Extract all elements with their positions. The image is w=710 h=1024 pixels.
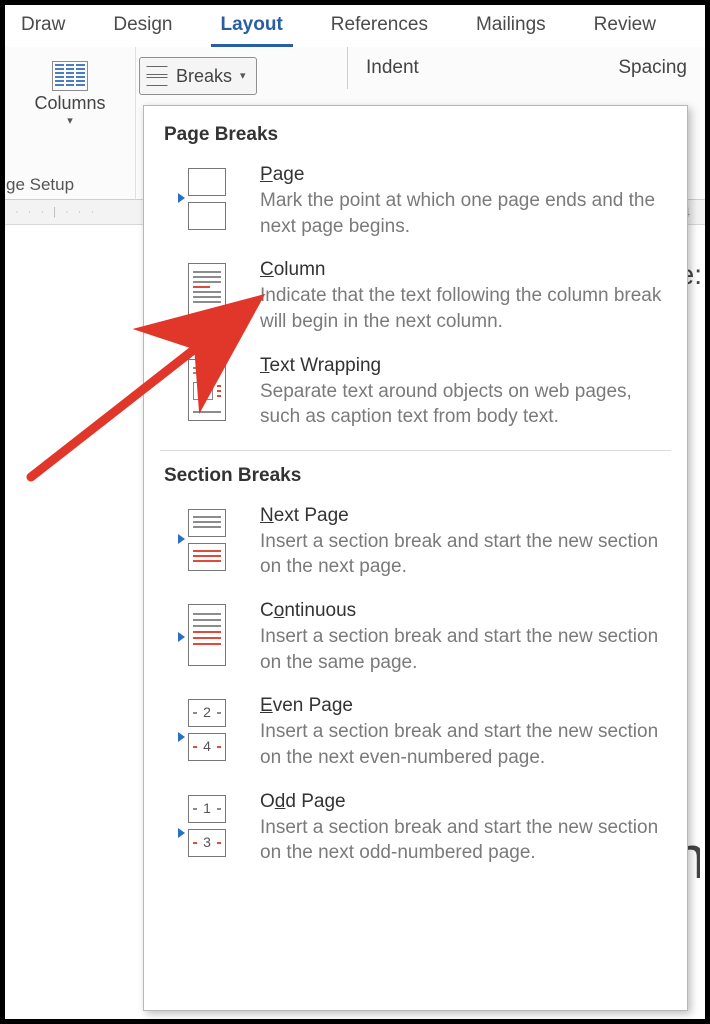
menu-item-title: Page <box>260 164 669 186</box>
next-page-icon <box>180 509 234 571</box>
ribbon-tabs: Draw Design Layout References Mailings R… <box>5 5 705 47</box>
menu-item-title: Continuous <box>260 600 669 622</box>
text-wrapping-icon <box>180 359 234 421</box>
tab-draw[interactable]: Draw <box>11 5 75 47</box>
continuous-icon <box>180 604 234 666</box>
group-header-section-breaks: Section Breaks <box>164 465 671 487</box>
columns-label: Columns <box>34 93 105 114</box>
menu-item-title: Text Wrapping <box>260 355 669 377</box>
even-page-icon: 2 4 <box>180 699 234 761</box>
menu-item-title: Even Page <box>260 695 669 717</box>
menu-item-desc: Insert a section break and start the new… <box>260 815 669 866</box>
columns-icon <box>52 61 88 91</box>
group-header-page-breaks: Page Breaks <box>164 124 671 146</box>
menu-item-desc: Indicate that the text following the col… <box>260 283 669 334</box>
breaks-label: Breaks <box>176 66 232 87</box>
spacing-label: Spacing <box>618 57 705 79</box>
menu-item-title: Next Page <box>260 505 669 527</box>
menu-item-odd-page[interactable]: 1 3 Odd Page Insert a section break and … <box>160 787 671 872</box>
group-label-page-setup: ge Setup <box>4 175 136 199</box>
menu-item-desc: Mark the point at which one page ends an… <box>260 188 669 239</box>
menu-item-desc: Insert a section break and start the new… <box>260 529 669 580</box>
menu-item-title: Odd Page <box>260 791 669 813</box>
breaks-icon <box>146 66 168 86</box>
menu-item-text-wrapping[interactable]: Text Wrapping Separate text around objec… <box>160 351 671 446</box>
menu-item-desc: Insert a section break and start the new… <box>260 624 669 675</box>
menu-item-title: Column <box>260 259 669 281</box>
page-break-icon <box>180 168 234 230</box>
tab-references[interactable]: References <box>321 5 438 47</box>
tab-layout[interactable]: Layout <box>211 5 293 47</box>
menu-item-even-page[interactable]: 2 4 Even Page Insert a section break and… <box>160 691 671 786</box>
breaks-dropdown: Page Breaks Page Mark the point at which… <box>143 105 688 1011</box>
menu-item-continuous[interactable]: Continuous Insert a section break and st… <box>160 596 671 691</box>
paragraph-group-header: Indent Spacing <box>347 47 705 89</box>
column-break-icon <box>180 263 234 325</box>
indent-label: Indent <box>348 57 618 79</box>
menu-item-desc: Separate text around objects on web page… <box>260 379 669 430</box>
breaks-button[interactable]: Breaks ▾ <box>139 57 257 95</box>
tab-review[interactable]: Review <box>584 5 666 47</box>
menu-item-page-break[interactable]: Page Mark the point at which one page en… <box>160 160 671 255</box>
tab-design[interactable]: Design <box>103 5 182 47</box>
columns-button[interactable]: Columns ▾ <box>26 57 113 131</box>
ruler-ticks: · · · | · · · <box>15 206 97 218</box>
menu-item-column-break[interactable]: Column Indicate that the text following … <box>160 255 671 350</box>
menu-separator <box>160 450 671 451</box>
menu-item-desc: Insert a section break and start the new… <box>260 719 669 770</box>
chevron-down-icon: ▾ <box>67 114 73 127</box>
chevron-down-icon: ▾ <box>240 69 246 82</box>
menu-item-next-page[interactable]: Next Page Insert a section break and sta… <box>160 501 671 596</box>
tab-mailings[interactable]: Mailings <box>466 5 556 47</box>
odd-page-icon: 1 3 <box>180 795 234 857</box>
ribbon-group-page-setup: Columns ▾ ge Setup <box>5 47 136 199</box>
